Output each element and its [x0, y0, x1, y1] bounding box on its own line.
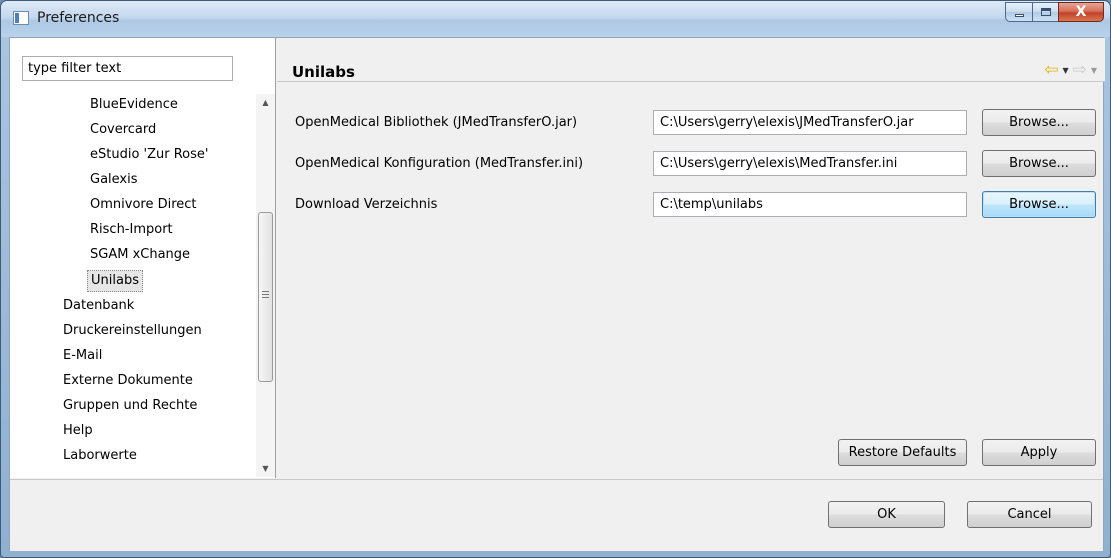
browse-jar-button[interactable]: Browse... [982, 109, 1096, 136]
tree-item-omnivore-direct[interactable]: Omnivore Direct [90, 194, 197, 216]
browse-ini-button[interactable]: Browse... [982, 150, 1096, 177]
tree-item-risch-import[interactable]: Risch-Import [90, 219, 173, 241]
download-dir-input[interactable]: C:\temp\unilabs [653, 192, 967, 217]
dialog-client-area: type filter text BlueEvidence Covercard … [9, 37, 1105, 551]
filter-input[interactable]: type filter text [22, 56, 233, 81]
tree-item-sgam-xchange[interactable]: SGAM xChange [90, 244, 190, 266]
back-arrow-icon[interactable]: ⇦ [1044, 60, 1058, 80]
field-row-ini: OpenMedical Konfiguration (MedTransfer.i… [295, 149, 645, 177]
ini-path-input[interactable]: C:\Users\gerry\elexis\MedTransfer.ini [653, 151, 967, 176]
scroll-up-arrow-icon[interactable]: ▲ [256, 94, 275, 111]
close-button[interactable]: X [1058, 2, 1104, 22]
back-dropdown-icon[interactable]: ▼ [1062, 66, 1068, 75]
cancel-button[interactable]: Cancel [967, 501, 1092, 528]
tree-item-covercard[interactable]: Covercard [90, 119, 156, 141]
preferences-window: Preferences X type filter text BlueEvide… [0, 0, 1111, 558]
preference-tree-pane: type filter text BlueEvidence Covercard … [10, 38, 276, 478]
history-navigation: ⇦ ▼ ⇨ ▼ [1044, 60, 1097, 80]
minimize-button[interactable] [1005, 2, 1032, 22]
field-row-download: Download Verzeichnis [295, 190, 645, 218]
tree-item-e-mail[interactable]: E-Mail [63, 345, 102, 367]
tree-scrollbar[interactable]: ▲ ▼ [256, 94, 275, 477]
tree-item-datenbank[interactable]: Datenbank [63, 295, 134, 317]
page-title: Unilabs [292, 63, 355, 81]
browse-download-button[interactable]: Browse... [982, 191, 1096, 218]
preference-tree: BlueEvidence Covercard eStudio 'Zur Rose… [10, 94, 256, 477]
forward-dropdown-icon[interactable]: ▼ [1091, 66, 1097, 75]
tree-item-gruppen-und-rechte[interactable]: Gruppen und Rechte [63, 395, 197, 417]
apply-button[interactable]: Apply [982, 439, 1096, 466]
jar-label: OpenMedical Bibliothek (JMedTransferO.ja… [295, 114, 578, 130]
field-row-jar: OpenMedical Bibliothek (JMedTransferO.ja… [295, 108, 645, 136]
preference-page: Unilabs ⇦ ▼ ⇨ ▼ OpenMedical Bibliothek (… [277, 38, 1105, 478]
tree-item-blueevidence[interactable]: BlueEvidence [90, 94, 178, 116]
maximize-icon [1040, 8, 1051, 16]
tree-item-help[interactable]: Help [63, 420, 93, 442]
scroll-grip-icon [262, 291, 269, 298]
title-bar[interactable]: Preferences X [1, 1, 1110, 37]
jar-path-input[interactable]: C:\Users\gerry\elexis\JMedTransferO.jar [653, 110, 967, 135]
window-controls: X [1005, 2, 1104, 22]
tree-item-galexis[interactable]: Galexis [90, 169, 138, 191]
page-header: Unilabs ⇦ ▼ ⇨ ▼ [277, 38, 1105, 82]
restore-defaults-button[interactable]: Restore Defaults [838, 439, 967, 466]
download-label: Download Verzeichnis [295, 196, 438, 212]
tree-item-druckereinstellungen[interactable]: Druckereinstellungen [63, 320, 202, 342]
window-title: Preferences [37, 10, 120, 26]
ini-label: OpenMedical Konfiguration (MedTransfer.i… [295, 155, 584, 171]
ok-button[interactable]: OK [828, 501, 945, 528]
close-icon: X [1075, 4, 1087, 20]
scroll-down-arrow-icon[interactable]: ▼ [256, 460, 275, 477]
scroll-thumb[interactable] [258, 212, 273, 382]
dialog-button-bar: OK Cancel [10, 479, 1103, 551]
tree-item-externe-dokumente[interactable]: Externe Dokumente [63, 370, 193, 392]
tree-item-unilabs[interactable]: Unilabs [87, 270, 143, 292]
maximize-button[interactable] [1032, 2, 1058, 22]
minimize-icon [1014, 13, 1024, 17]
tree-item-estudio[interactable]: eStudio 'Zur Rose' [90, 144, 208, 166]
forward-arrow-icon[interactable]: ⇨ [1073, 60, 1087, 80]
tree-item-laborwerte[interactable]: Laborwerte [63, 445, 137, 467]
window-icon [13, 11, 29, 25]
